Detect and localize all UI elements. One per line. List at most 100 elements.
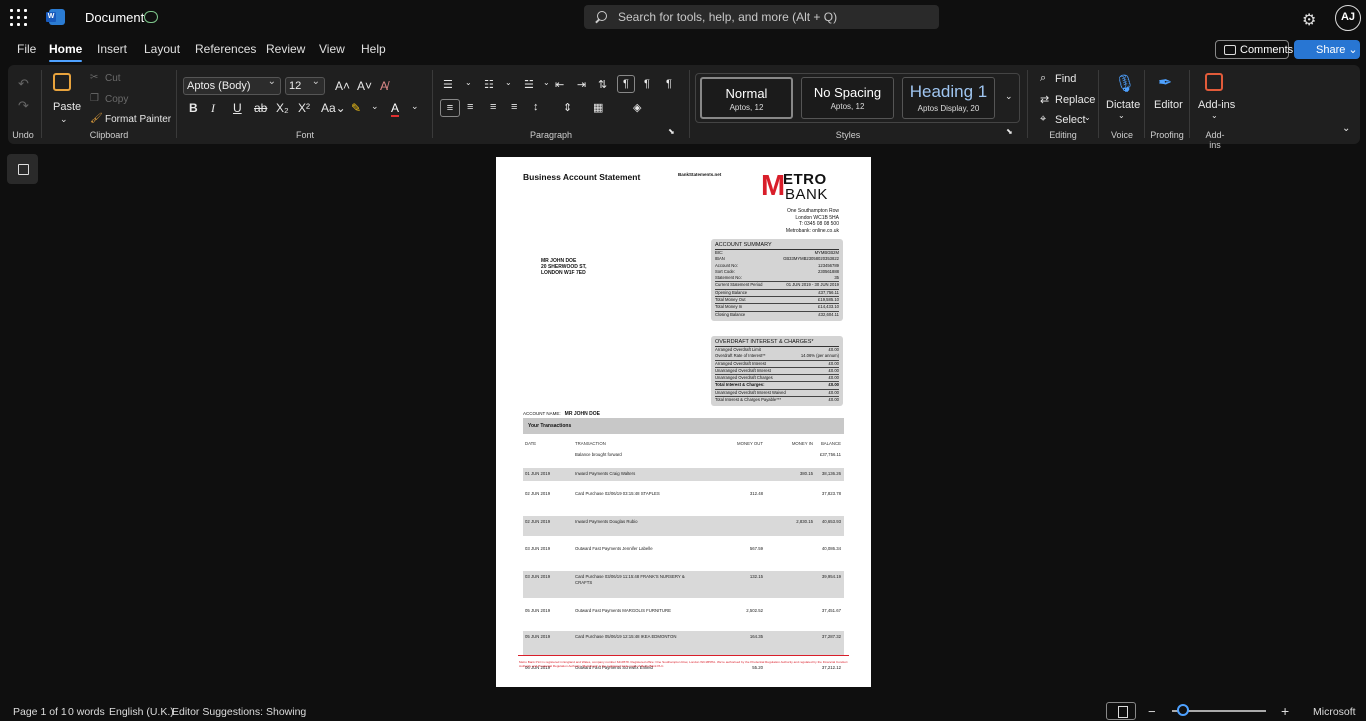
tx-balance: 37,451.67 (821, 608, 841, 613)
multilevel-dropdown-icon[interactable]: ⌄ (543, 78, 550, 87)
clear-formatting-icon[interactable]: A̸ (380, 79, 388, 93)
title-bar: W Document Search for tools, help, and m… (0, 0, 1366, 37)
dictate-button[interactable]: Dictate (1106, 99, 1140, 111)
align-left-icon[interactable]: ≡ (440, 99, 460, 117)
font-family-select[interactable]: Aptos (Body) (183, 76, 281, 95)
page-count[interactable]: Page 1 of 1 (13, 706, 67, 718)
view-mode-button[interactable] (1106, 702, 1136, 720)
font-color-icon[interactable]: A (391, 101, 400, 117)
editor-suggestions-status[interactable]: Editor Suggestions: Showing (172, 706, 306, 718)
navigation-pane-button[interactable] (7, 154, 38, 184)
tab-review[interactable]: Review (266, 42, 305, 56)
replace-button[interactable]: Replace (1055, 94, 1095, 106)
account-name: ACCOUNT NAME: MR JOHN DOE (523, 411, 600, 417)
document-title[interactable]: Document (85, 10, 144, 25)
paste-dropdown-icon[interactable]: ⌄ (60, 114, 68, 125)
highlight-dropdown-icon[interactable]: ⌄ (371, 101, 379, 112)
tab-home[interactable]: Home (49, 42, 83, 62)
bullets-icon[interactable]: ☰ (443, 78, 453, 91)
show-marks-icon[interactable]: ¶ (666, 78, 672, 90)
borders-icon[interactable]: ▦ (593, 101, 603, 114)
tab-layout[interactable]: Layout (144, 42, 180, 56)
strikethrough-icon[interactable]: ab (254, 101, 267, 115)
paste-button[interactable]: Paste (53, 101, 81, 113)
multilevel-list-icon[interactable]: ☱ (524, 78, 534, 91)
align-center-icon[interactable]: ≡ (467, 101, 473, 113)
paragraph-spacing-icon[interactable]: ⇕ (563, 101, 572, 114)
tx-balance: 38,136.26 (821, 471, 841, 476)
style-normal-name: Normal (725, 86, 768, 101)
style-normal[interactable]: Normal Aptos, 12 (700, 77, 793, 119)
overdraft-row-value: 14.06% (per annum) (800, 353, 839, 359)
ribbon-collapse-chevron-icon[interactable]: ⌄ (1342, 123, 1350, 134)
tx-description: Outward Fast Payments MARGOLIS FURNITURE (575, 608, 671, 613)
shading-icon[interactable]: ◈ (633, 101, 641, 114)
word-count[interactable]: 0 words (68, 706, 105, 718)
summary-total-row-label: Total Money Out (715, 297, 746, 303)
rtl-icon[interactable]: ¶ (644, 78, 650, 90)
table-row: 03 JUN 2019 Outward Fast Payments Jennife… (523, 543, 844, 564)
subscript-icon[interactable]: X₂ (276, 101, 289, 115)
customer-address: MR JOHN DOE 20 SHERWOOD ST, LONDON W1F 7… (541, 258, 586, 276)
settings-gear-icon[interactable]: ⚙ (1302, 10, 1316, 30)
dictate-dropdown-icon[interactable]: ⌄ (1118, 111, 1125, 120)
superscript-icon[interactable]: X² (298, 101, 310, 115)
saved-status-icon[interactable] (144, 11, 158, 23)
editor-button[interactable]: Editor (1154, 99, 1183, 111)
italic-icon[interactable]: I (211, 101, 215, 116)
copy-button[interactable]: Copy (105, 94, 128, 105)
style-heading-1[interactable]: Heading 1 Aptos Display, 20 (902, 77, 995, 119)
zoom-out-icon[interactable]: − (1148, 704, 1156, 719)
redo-icon[interactable]: ↷ (18, 98, 29, 114)
numbering-dropdown-icon[interactable]: ⌄ (505, 78, 512, 87)
paragraph-group-label: Paragraph (530, 130, 573, 140)
zoom-in-icon[interactable]: + (1281, 703, 1289, 719)
paste-icon[interactable] (53, 73, 71, 91)
app-launcher-icon[interactable] (10, 9, 27, 26)
tab-help[interactable]: Help (361, 42, 386, 56)
comments-button[interactable]: Comments (1215, 40, 1293, 59)
add-ins-button[interactable]: Add-ins (1198, 99, 1235, 111)
grow-font-icon[interactable]: A˄ (335, 79, 350, 93)
tx-balance: 37,823.78 (821, 491, 841, 496)
underline-icon[interactable]: U (233, 101, 242, 115)
cut-button[interactable]: Cut (105, 73, 121, 84)
divider (432, 70, 433, 138)
avatar[interactable]: AJ (1335, 5, 1361, 31)
language-status[interactable]: English (U.K.) (109, 706, 174, 718)
document-page[interactable]: Business Account Statement BankStatement… (496, 157, 871, 687)
sort-icon[interactable]: ⇅ (598, 78, 607, 91)
style-no-spacing[interactable]: No Spacing Aptos, 12 (801, 77, 894, 119)
select-dropdown-icon[interactable]: ⌄ (1084, 113, 1091, 122)
search-box[interactable]: Search for tools, help, and more (Alt + … (584, 5, 939, 29)
share-button[interactable]: Share ⌄ (1294, 40, 1360, 59)
styles-more-icon[interactable]: ⌄ (1005, 91, 1013, 102)
summary-total-row: Total Money In £14,433.10 (715, 303, 839, 310)
tab-insert[interactable]: Insert (97, 42, 127, 56)
select-button[interactable]: Select (1055, 114, 1086, 126)
format-painter-button[interactable]: Format Painter (105, 114, 171, 125)
justify-icon[interactable]: ≡ (511, 101, 517, 113)
decrease-indent-icon[interactable]: ⇤ (555, 78, 564, 91)
tab-file[interactable]: File (17, 42, 36, 56)
find-button[interactable]: Find (1055, 73, 1076, 85)
highlight-icon[interactable]: ✎ (351, 101, 361, 115)
tab-references[interactable]: References (195, 42, 256, 56)
tab-view[interactable]: View (319, 42, 345, 56)
undo-icon[interactable]: ↶ (18, 76, 29, 92)
line-spacing-icon[interactable]: ↕ (533, 101, 539, 113)
change-case-icon[interactable]: Aa⌄ (321, 101, 346, 115)
align-right-icon[interactable]: ≡ (490, 101, 496, 113)
add-ins-dropdown-icon[interactable]: ⌄ (1211, 111, 1218, 120)
bullets-dropdown-icon[interactable]: ⌄ (465, 78, 472, 87)
bold-icon[interactable]: B (189, 101, 198, 115)
zoom-slider-thumb[interactable] (1177, 704, 1189, 716)
paragraph-launcher-icon[interactable]: ⬊ (668, 127, 675, 136)
font-color-dropdown-icon[interactable]: ⌄ (411, 101, 419, 112)
increase-indent-icon[interactable]: ⇥ (577, 78, 586, 91)
ltr-icon[interactable]: ¶ (617, 75, 635, 93)
numbering-icon[interactable]: ☷ (484, 78, 494, 91)
styles-launcher-icon[interactable]: ⬊ (1006, 127, 1013, 136)
shrink-font-icon[interactable]: A˅ (357, 79, 372, 93)
font-size-select[interactable]: 12 (285, 76, 325, 95)
